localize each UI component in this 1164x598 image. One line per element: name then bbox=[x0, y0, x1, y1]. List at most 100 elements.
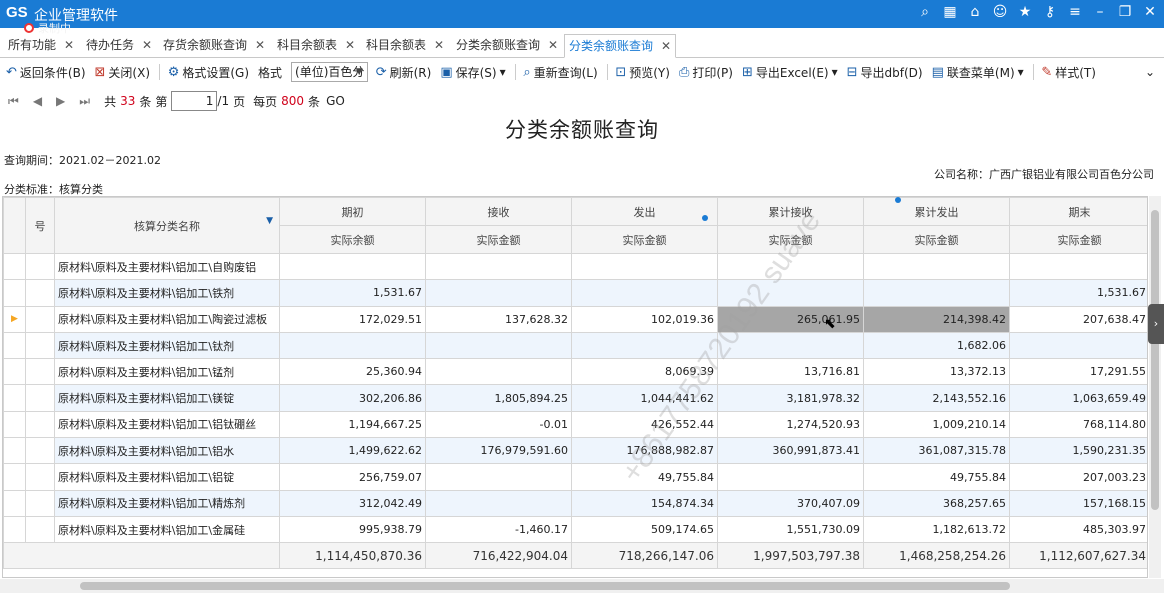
amount-cell[interactable] bbox=[717, 279, 864, 307]
user-icon[interactable]: ☺ bbox=[992, 4, 1008, 20]
tab-close-icon[interactable]: ✕ bbox=[434, 38, 444, 52]
name-header[interactable]: 核算分类名称 ▼ bbox=[54, 197, 280, 254]
filter-icon[interactable]: ▼ bbox=[266, 216, 273, 226]
back-button[interactable]: ↶ 返回条件(B) bbox=[6, 64, 86, 81]
linked-dropdown-icon[interactable]: ▾ bbox=[1018, 65, 1024, 79]
amount-cell[interactable]: 1,194,667.25 bbox=[279, 410, 426, 439]
amount-cell[interactable]: 49,755.84 bbox=[571, 463, 718, 491]
tab-close-icon[interactable]: ✕ bbox=[661, 39, 671, 53]
amount-cell[interactable]: 13,716.81 bbox=[717, 358, 864, 386]
amount-cell[interactable]: 1,009,210.14 bbox=[863, 410, 1010, 439]
amount-cell[interactable]: 172,029.51 bbox=[279, 305, 426, 333]
refresh-button[interactable]: ⟳ 刷新(R) bbox=[376, 64, 432, 81]
preview-button[interactable]: ⊡ 预览(Y) bbox=[615, 64, 670, 81]
amount-cell[interactable]: 207,003.23 bbox=[1009, 463, 1147, 491]
category-name-cell[interactable]: 原材料\原料及主要材料\铝加工\自购废铝 bbox=[54, 252, 280, 281]
amount-cell[interactable]: 361,087,315.78 bbox=[863, 437, 1010, 465]
amount-cell[interactable] bbox=[717, 463, 864, 491]
amount-cell[interactable] bbox=[571, 279, 718, 307]
amount-cell[interactable]: 426,552.44 bbox=[571, 410, 718, 439]
star-icon[interactable]: ★ bbox=[1017, 4, 1033, 20]
amount-cell[interactable] bbox=[279, 252, 426, 281]
table-row[interactable]: 原材料\原料及主要材料\铝加工\锰剂 25,360.94 8,069.39 13,71… bbox=[3, 358, 1147, 386]
amount-cell[interactable]: 368,257.65 bbox=[863, 489, 1010, 517]
search-icon[interactable]: ⌕ bbox=[917, 4, 933, 20]
tab-close-icon[interactable]: ✕ bbox=[345, 38, 355, 52]
category-name-cell[interactable]: 原材料\原料及主要材料\铝加工\铝锭 bbox=[54, 463, 280, 491]
tab-inventory-balance[interactable]: 存货余额账查询 ✕ bbox=[163, 34, 265, 58]
amount-cell[interactable]: 1,551,730.09 bbox=[717, 515, 864, 544]
amount-cell[interactable] bbox=[717, 252, 864, 281]
tab-subject-balance-1[interactable]: 科目余额表 ✕ bbox=[277, 34, 355, 58]
export-excel-button[interactable]: ⊞ 导出Excel(E) ▾ bbox=[742, 64, 838, 81]
amount-cell[interactable]: 102,019.36 bbox=[571, 305, 718, 333]
category-name-cell[interactable]: 原材料\原料及主要材料\铝加工\铝钛硼丝 bbox=[54, 410, 280, 439]
amount-cell[interactable]: 485,303.97 bbox=[1009, 515, 1147, 544]
side-panel-toggle[interactable]: › bbox=[1148, 304, 1164, 344]
table-row[interactable]: 原材料\原料及主要材料\铝加工\自购废铝 bbox=[3, 252, 1147, 281]
table-row[interactable]: 原材料\原料及主要材料\铝加工\钛剂 1,682.06 bbox=[3, 331, 1147, 360]
close-button[interactable]: ⊠ 关闭(X) bbox=[95, 64, 151, 81]
table-row[interactable]: 原材料\原料及主要材料\铝加工\铝钛硼丝 1,194,667.25 -0.01 426… bbox=[3, 410, 1147, 439]
tab-class-balance-1[interactable]: 分类余额账查询 ✕ bbox=[456, 34, 558, 58]
amount-cell[interactable]: 137,628.32 bbox=[425, 305, 572, 333]
amount-cell[interactable]: 302,206.86 bbox=[279, 384, 426, 412]
style-button[interactable]: ✎ 样式(T) bbox=[1041, 64, 1096, 81]
amount-cell[interactable]: 312,042.49 bbox=[279, 489, 426, 517]
amount-cell[interactable]: 1,274,520.93 bbox=[717, 410, 864, 439]
amount-cell[interactable] bbox=[717, 331, 864, 360]
amount-cell[interactable] bbox=[863, 252, 1010, 281]
tab-subject-balance-2[interactable]: 科目余额表 ✕ bbox=[366, 34, 444, 58]
amount-cell[interactable] bbox=[425, 331, 572, 360]
save-button[interactable]: ▣ 保存(S) ▾ bbox=[440, 64, 505, 81]
table-row[interactable]: 原材料\原料及主要材料\铝加工\铁剂 1,531.67 1,531.67 bbox=[3, 279, 1147, 307]
horizontal-scrollbar[interactable] bbox=[0, 579, 1164, 593]
table-row[interactable]: 原材料\原料及主要材料\铝加工\铝水 1,499,622.62 176,979,59… bbox=[3, 437, 1147, 465]
tab-close-icon[interactable]: ✕ bbox=[64, 38, 74, 52]
export-dbf-button[interactable]: ⊟ 导出dbf(D) bbox=[847, 64, 923, 81]
amount-cell[interactable] bbox=[1009, 252, 1147, 281]
linked-menu-button[interactable]: ▤ 联查菜单(M) ▾ bbox=[932, 64, 1024, 81]
close-icon[interactable]: ✕ bbox=[1142, 4, 1158, 20]
vertical-scrollbar[interactable] bbox=[1149, 196, 1161, 578]
amount-cell[interactable]: 1,182,613.72 bbox=[863, 515, 1010, 544]
scroll-thumb[interactable] bbox=[1151, 210, 1159, 510]
format-setting-button[interactable]: ⚙ 格式设置(G) bbox=[168, 64, 249, 81]
amount-cell[interactable]: 1,531.67 bbox=[279, 279, 426, 307]
amount-cell[interactable] bbox=[425, 463, 572, 491]
amount-cell[interactable]: 13,372.13 bbox=[863, 358, 1010, 386]
amount-cell[interactable]: 360,991,873.41 bbox=[717, 437, 864, 465]
restore-icon[interactable]: ❐ bbox=[1117, 4, 1133, 20]
amount-cell[interactable] bbox=[1009, 331, 1147, 360]
category-name-cell[interactable]: 原材料\原料及主要材料\铝加工\铁剂 bbox=[54, 279, 280, 307]
amount-cell[interactable]: 25,360.94 bbox=[279, 358, 426, 386]
key-icon[interactable]: ⚷ bbox=[1042, 4, 1058, 20]
tab-close-icon[interactable]: ✕ bbox=[255, 38, 265, 52]
prev-page-icon[interactable]: ◀ bbox=[33, 94, 42, 108]
minimize-icon[interactable]: – bbox=[1092, 4, 1108, 20]
requery-button[interactable]: ⌕ 重新查询(L) bbox=[523, 64, 597, 81]
amount-cell[interactable] bbox=[571, 331, 718, 360]
amount-cell[interactable]: 8,069.39 bbox=[571, 358, 718, 386]
table-row[interactable]: 原材料\原料及主要材料\铝加工\镁锭 302,206.86 1,805,894.25… bbox=[3, 384, 1147, 412]
category-name-cell[interactable]: 原材料\原料及主要材料\铝加工\镁锭 bbox=[54, 384, 280, 412]
category-name-cell[interactable]: 原材料\原料及主要材料\铝加工\金属硅 bbox=[54, 515, 280, 544]
tab-todo[interactable]: 待办任务 ✕ bbox=[86, 34, 152, 58]
amount-cell[interactable]: 265,061.95 bbox=[717, 305, 864, 333]
amount-cell[interactable]: 1,044,441.62 bbox=[571, 384, 718, 412]
tab-all-functions[interactable]: 所有功能 ✕ bbox=[8, 34, 74, 58]
amount-cell[interactable]: 214,398.42 bbox=[863, 305, 1010, 333]
amount-cell[interactable]: 1,805,894.25 bbox=[425, 384, 572, 412]
tab-class-balance-active[interactable]: 分类余额账查询 ✕ bbox=[564, 34, 677, 58]
page-input[interactable]: 1 bbox=[171, 91, 218, 111]
scroll-thumb[interactable] bbox=[80, 582, 1010, 590]
amount-cell[interactable] bbox=[425, 252, 572, 281]
amount-cell[interactable]: 176,979,591.60 bbox=[425, 437, 572, 465]
category-name-cell[interactable]: 原材料\原料及主要材料\铝加工\陶瓷过滤板 bbox=[54, 305, 280, 333]
amount-cell[interactable]: 1,499,622.62 bbox=[279, 437, 426, 465]
format-select[interactable]: (单位)百色分 ▼ bbox=[291, 62, 368, 82]
category-name-cell[interactable]: 原材料\原料及主要材料\铝加工\铝水 bbox=[54, 437, 280, 465]
amount-cell[interactable]: -0.01 bbox=[425, 410, 572, 439]
amount-cell[interactable]: 509,174.65 bbox=[571, 515, 718, 544]
save-dropdown-icon[interactable]: ▾ bbox=[500, 65, 506, 79]
